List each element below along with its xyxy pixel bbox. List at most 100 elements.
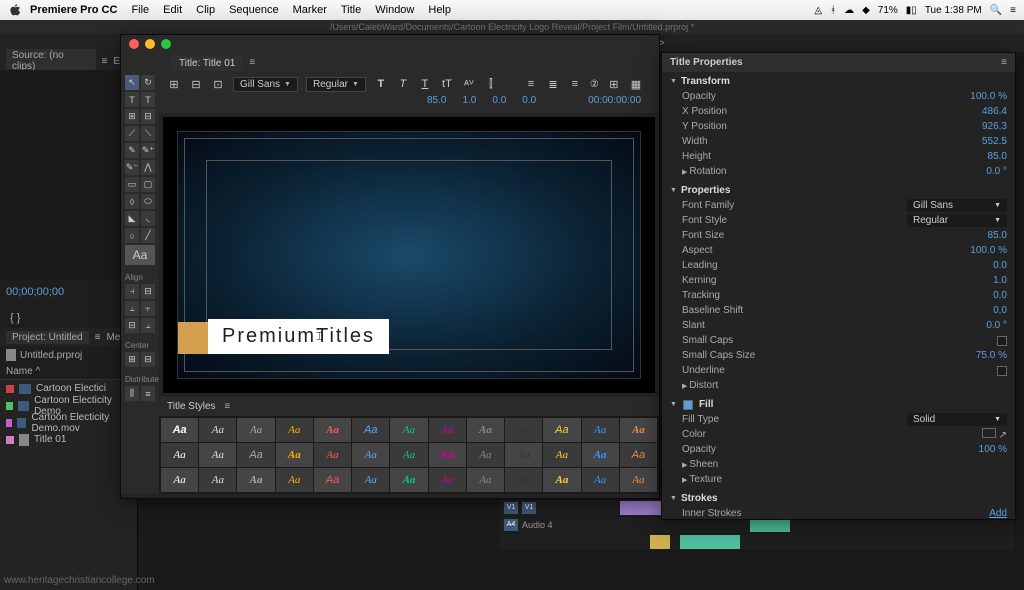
- strokes-section[interactable]: ▼Strokes: [670, 491, 1007, 506]
- fill-checkbox[interactable]: [683, 400, 693, 410]
- align-top[interactable]: ⫟: [141, 301, 155, 316]
- title-style-swatch[interactable]: Aa: [352, 443, 389, 467]
- canvas-timecode[interactable]: 00:00:00:00: [588, 95, 651, 106]
- title-style-swatch[interactable]: Aa: [543, 418, 580, 442]
- title-style-swatch[interactable]: Aa: [352, 468, 389, 492]
- bin-item[interactable]: Title 01: [0, 431, 137, 448]
- title-style-swatch[interactable]: Aa: [429, 443, 466, 467]
- rectangle-tool[interactable]: ▭: [125, 177, 139, 192]
- property-value[interactable]: 0.0: [993, 260, 1007, 271]
- align-left-icon[interactable]: ≡: [524, 77, 538, 91]
- size-icon[interactable]: tT: [440, 77, 454, 91]
- tab-stops-icon[interactable]: ⊞: [607, 77, 621, 91]
- title-style-swatch[interactable]: Aa: [390, 418, 427, 442]
- panel-menu-icon[interactable]: ≡: [224, 401, 230, 412]
- property-value[interactable]: 552.5: [982, 136, 1007, 147]
- title-style-swatch[interactable]: Aa: [429, 468, 466, 492]
- source-timecode[interactable]: 00;00;00;00: [0, 280, 137, 308]
- tracking-value[interactable]: 0.0: [522, 95, 536, 106]
- title-style-swatch[interactable]: Aa: [582, 418, 619, 442]
- pen-tool[interactable]: ✎: [125, 143, 139, 158]
- templates-icon[interactable]: ⊞: [167, 77, 181, 91]
- rotate-tool[interactable]: ↻: [141, 75, 155, 90]
- kerning-icon[interactable]: ᴬⱽ: [462, 77, 476, 91]
- font-size-value[interactable]: 85.0: [427, 95, 446, 106]
- menu-help[interactable]: Help: [428, 4, 451, 16]
- property-value[interactable]: 100 %: [979, 444, 1007, 455]
- bold-icon[interactable]: T: [374, 77, 388, 91]
- title-style-swatch[interactable]: Aa: [543, 443, 580, 467]
- title-style-swatch[interactable]: Aa: [582, 468, 619, 492]
- property-value[interactable]: Add: [989, 508, 1007, 519]
- align-right-icon[interactable]: ≡: [568, 77, 582, 91]
- wedge-tool[interactable]: ◣: [125, 211, 139, 226]
- property-value[interactable]: 0.0 °: [986, 166, 1007, 177]
- ellipse-tool[interactable]: ○: [125, 228, 139, 243]
- title-style-swatch[interactable]: Aa: [467, 418, 504, 442]
- property-value[interactable]: Gill Sans▼: [907, 199, 1007, 212]
- align-vcenter[interactable]: ⊟: [125, 318, 139, 333]
- align-hcenter[interactable]: ⊟: [141, 284, 155, 299]
- roll-crawl-icon[interactable]: ⊟: [189, 77, 203, 91]
- bin-item[interactable]: Cartoon Electicity Demo.mov: [0, 414, 137, 431]
- leading-value[interactable]: 0.0: [492, 95, 506, 106]
- rounded-rect-tool[interactable]: ▢: [141, 177, 155, 192]
- delete-anchor-tool[interactable]: ✎⁻: [125, 160, 139, 175]
- vertical-area-type-tool[interactable]: ⊟: [141, 109, 155, 124]
- close-button[interactable]: [129, 39, 139, 49]
- show-video-icon[interactable]: ▦: [629, 77, 643, 91]
- title-style-swatch[interactable]: Aa: [390, 468, 427, 492]
- panel-menu-icon[interactable]: ≡: [102, 56, 108, 67]
- tab-icon[interactable]: ⊡: [211, 77, 225, 91]
- align-center-icon[interactable]: ≣: [546, 77, 560, 91]
- title-style-swatch[interactable]: Aa: [505, 443, 542, 467]
- title-style-swatch[interactable]: Aa: [505, 418, 542, 442]
- align-right[interactable]: ⫠: [125, 301, 139, 316]
- search-icon[interactable]: 🔍: [990, 5, 1002, 16]
- title-style-swatch[interactable]: Aa: [237, 468, 274, 492]
- timeline-clip[interactable]: [650, 535, 670, 549]
- center-vertical[interactable]: ⊟: [141, 352, 155, 367]
- vertical-type-tool[interactable]: T: [141, 92, 155, 107]
- title-style-swatch[interactable]: Aa: [505, 468, 542, 492]
- maximize-button[interactable]: [161, 39, 171, 49]
- properties-section[interactable]: ▼Properties: [670, 183, 1007, 198]
- area-type-tool[interactable]: ⊞: [125, 109, 139, 124]
- title-styles-header[interactable]: Title Styles ≡: [159, 397, 659, 416]
- distribute-v[interactable]: ≡: [141, 386, 155, 401]
- font-family-dropdown[interactable]: Gill Sans▼: [233, 77, 298, 92]
- menu-edit[interactable]: Edit: [163, 4, 182, 16]
- property-value[interactable]: [997, 336, 1007, 346]
- type-tool[interactable]: T: [125, 92, 139, 107]
- property-value[interactable]: 85.0: [988, 230, 1007, 241]
- title-style-swatch[interactable]: Aa: [467, 443, 504, 467]
- title-style-swatch[interactable]: Aa: [276, 468, 313, 492]
- add-anchor-tool[interactable]: ✎⁺: [141, 143, 155, 158]
- audio-track[interactable]: [500, 534, 1014, 550]
- transform-section[interactable]: ▼Transform: [670, 74, 1007, 89]
- notifications-icon[interactable]: ≡: [1010, 5, 1016, 16]
- menu-clip[interactable]: Clip: [196, 4, 215, 16]
- property-value[interactable]: [997, 366, 1007, 376]
- title-style-swatch[interactable]: Aa: [276, 443, 313, 467]
- path-type-tool[interactable]: ⟋: [125, 126, 139, 141]
- title-style-swatch[interactable]: Aa: [620, 468, 657, 492]
- title-style-swatch[interactable]: Aa: [314, 418, 351, 442]
- distribute-h[interactable]: ⫼: [125, 386, 139, 401]
- convert-anchor-tool[interactable]: ⋀: [141, 160, 155, 175]
- timeline-clip[interactable]: [750, 518, 790, 532]
- title-text-object[interactable]: PremiumTitles ⌶: [208, 319, 389, 354]
- minimize-button[interactable]: [145, 39, 155, 49]
- property-value[interactable]: Solid▼: [907, 413, 1007, 426]
- property-value[interactable]: Regular▼: [907, 214, 1007, 227]
- track-toggle-v1[interactable]: V1: [504, 502, 518, 514]
- italic-icon[interactable]: T: [396, 77, 410, 91]
- title-style-swatch[interactable]: Aa: [467, 468, 504, 492]
- title-style-swatch[interactable]: Aa: [620, 443, 657, 467]
- property-value[interactable]: 75.0 %: [976, 350, 1007, 361]
- property-value[interactable]: 0.0 °: [986, 320, 1007, 331]
- leading-icon[interactable]: ⫿: [484, 77, 498, 91]
- line-tool[interactable]: ╱: [141, 228, 155, 243]
- menu-marker[interactable]: Marker: [293, 4, 327, 16]
- title-style-swatch[interactable]: Aa: [199, 443, 236, 467]
